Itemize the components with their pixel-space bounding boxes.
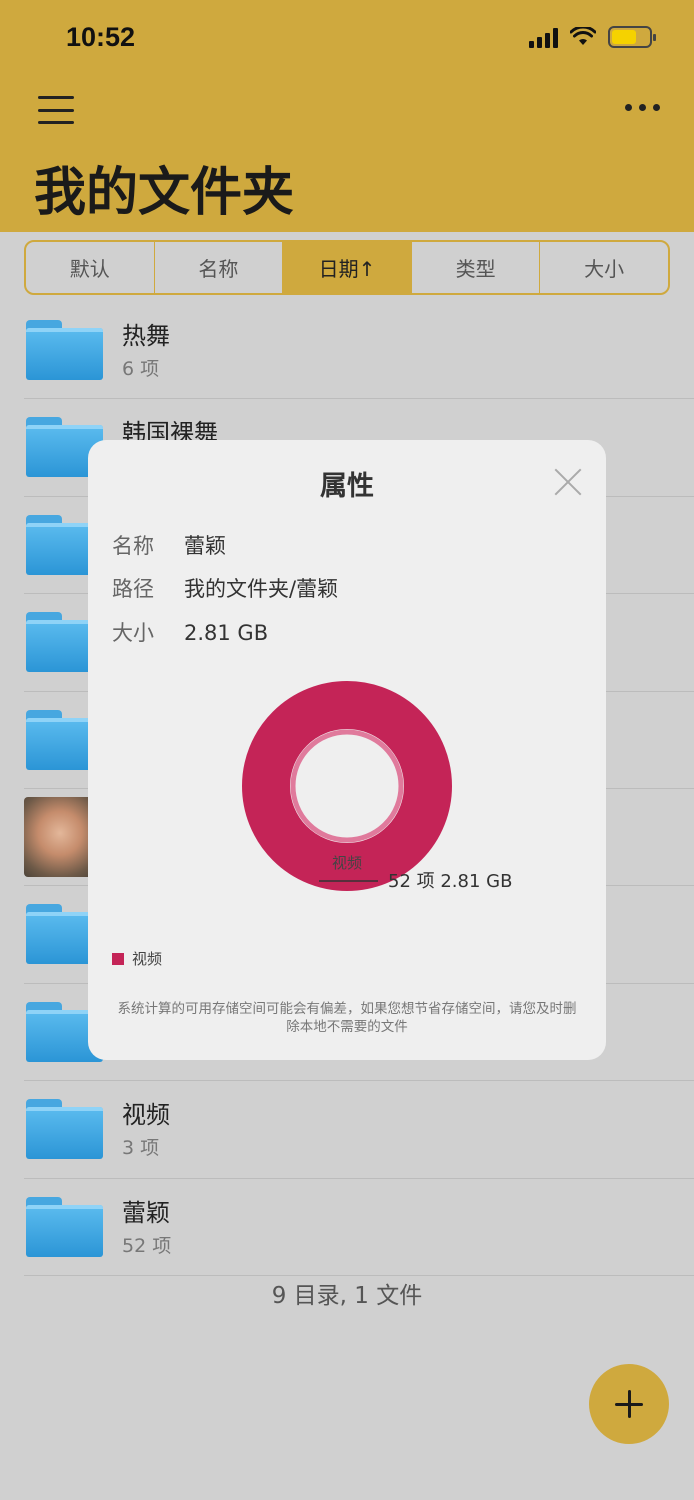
more-options-icon[interactable] — [625, 104, 660, 111]
tab-size[interactable]: 大小 — [540, 242, 668, 293]
battery-icon — [608, 26, 656, 48]
donut-hole — [290, 729, 404, 843]
tab-date[interactable]: 日期↑ — [283, 242, 412, 293]
signal-icon — [529, 26, 558, 48]
plus-icon — [615, 1390, 643, 1418]
storage-footnote: 系统计算的可用存储空间可能会有偏差，如果您想节省存储空间，请您及时删除本地不需要… — [117, 1001, 577, 1035]
slice-category-label: 视频 — [332, 854, 362, 872]
legend-swatch — [112, 952, 124, 965]
item-count: 52 项 — [122, 1234, 172, 1257]
wifi-icon — [570, 27, 596, 45]
slice-value-label: 52 项 2.81 GB — [388, 871, 512, 892]
item-count: 3 项 — [122, 1137, 160, 1160]
hamburger-menu-icon[interactable] — [38, 94, 74, 126]
folder-icon — [26, 1099, 103, 1160]
tab-name[interactable]: 名称 — [155, 242, 284, 293]
app-header: 10:52 我的文件夹 — [0, 0, 694, 232]
list-summary: 9 目录, 1 文件 — [271, 1283, 423, 1309]
chart-legend: 视频 — [112, 948, 162, 969]
item-name: 视频 — [122, 1101, 170, 1130]
folder-icon — [26, 1196, 103, 1257]
sort-tabs: 默认 名称 日期↑ 类型 大小 — [24, 240, 670, 295]
legend-label: 视频 — [132, 950, 163, 968]
item-name: 蕾颖 — [122, 1198, 170, 1227]
tab-default[interactable]: 默认 — [26, 242, 155, 293]
list-item[interactable]: 视频 3 项 — [0, 1081, 694, 1179]
add-button[interactable] — [589, 1364, 669, 1444]
status-icons — [529, 26, 656, 48]
properties-dialog: 属性 名称 蕾颖 路径 我的文件夹/蕾颖 大小 2.81 GB 视频 52 项 2.81… — [88, 440, 606, 1060]
list-item[interactable]: 蕾颖 52 项 — [0, 1179, 694, 1277]
page-title: 我的文件夹 — [34, 163, 295, 223]
storage-donut-chart: 视频 52 项 2.81 GB — [242, 681, 512, 892]
tab-type[interactable]: 类型 — [412, 242, 541, 293]
folder-icon — [26, 320, 103, 380]
list-item[interactable]: 热舞 6 项 — [0, 302, 694, 400]
item-count: 6 项 — [122, 358, 160, 380]
status-time: 10:52 — [66, 22, 136, 52]
item-name: 热舞 — [122, 322, 170, 350]
